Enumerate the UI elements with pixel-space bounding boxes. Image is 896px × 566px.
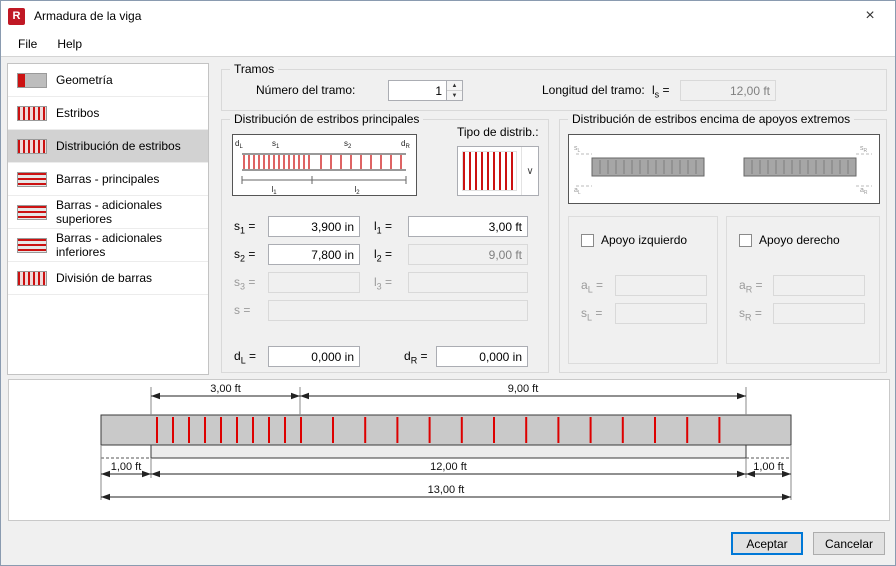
group-tramos: Tramos Número del tramo: ▲ ▼ Longitud de… [221,62,887,111]
sidebar-item-barras-adicionales-inferiores[interactable]: Barras - adicionales inferiores [8,229,208,262]
support-stirrups-diagram: sL aL sR aR [568,134,880,204]
sidebar-item-label: Geometría [56,73,113,87]
al-input [615,275,707,296]
s-input [268,300,528,321]
bar-division-icon [17,270,47,286]
l2-input [408,244,528,265]
right-support-checkbox-row: Apoyo derecho [739,233,840,247]
s1-label: s1 = [234,219,256,236]
sl-input [615,303,707,324]
main-bars-icon [17,171,47,187]
right-support-panel: Apoyo derecho aR = sR = [726,216,880,364]
spinner-up-icon[interactable]: ▲ [447,81,462,91]
beam-elevation-diagram: 3,00 ft 9,00 ft 12,00 ft 1,00 ft 1,00 ft 13,0… [100,383,792,501]
group-title: Tramos [230,62,279,77]
cancel-button[interactable]: Cancelar [813,532,885,555]
sidebar-item-label: Estribos [56,106,100,120]
category-list: Geometría Estribos Distribución de estri… [7,63,209,375]
dimension-label: 1,00 ft [753,461,784,473]
bottom-additional-bars-icon [17,237,47,253]
top-additional-bars-icon [17,204,47,220]
group-title: Distribución de estribos encima de apoyo… [568,112,855,127]
app-icon: R [8,7,25,25]
s-label: s = [234,303,251,317]
sidebar-item-barras-principales[interactable]: Barras - principales [8,163,208,196]
span-number-spinner: ▲ ▼ [388,80,463,101]
menu-help[interactable]: Help [47,33,92,55]
right-support-checkbox[interactable] [739,233,752,247]
ar-label: aR = [739,278,763,295]
stirrup-pattern-preview-icon [462,151,517,191]
dimension-label: 13,00 ft [428,484,465,496]
dimension-label: 1,00 ft [111,461,142,473]
s3-label: s3 = [234,275,256,292]
distribution-type-label: Tipo de distrib.: [457,125,539,139]
stirrups-icon [17,105,47,121]
sidebar-item-barras-adicionales-superiores[interactable]: Barras - adicionales superiores [8,196,208,229]
sidebar-item-label: Barras - adicionales inferiores [56,231,163,259]
accept-button[interactable]: Aceptar [731,532,803,555]
geometry-icon [17,72,47,88]
dimension-label: 12,00 ft [430,461,467,473]
sidebar-item-geometria[interactable]: Geometría [8,64,208,97]
sidebar-item-label: Barras - principales [56,172,160,186]
sl-label: sL = [581,306,603,323]
left-support-checkbox-row: Apoyo izquierdo [581,233,687,247]
sr-input [773,303,865,324]
left-support-checkbox[interactable] [581,233,594,247]
dimension-label: 3,00 ft [210,383,241,395]
spinner-down-icon[interactable]: ▼ [447,91,462,100]
stirrup-spacing-diagram: dL s1 s2 dR l1 l2 [232,134,417,196]
dl-input[interactable] [268,346,360,367]
dialog-armadura-de-la-viga: R Armadura de la viga × File Help Geomet… [0,0,896,566]
dr-label: dR = [404,349,428,366]
al-label: aL = [581,278,604,295]
dr-input[interactable] [436,346,528,367]
s2-input[interactable] [268,244,360,265]
span-length-label: Longitud del tramo: [542,83,645,97]
right-support-checkbox-label: Apoyo derecho [759,233,840,247]
sidebar-item-distribucion-de-estribos[interactable]: Distribución de estribos [8,130,208,163]
sr-label: sR = [739,306,762,323]
span-length-input [680,80,776,101]
title-bar: R Armadura de la viga × [1,1,895,31]
main-panel: Tramos Número del tramo: ▲ ▼ Longitud de… [221,62,889,375]
left-support-panel: Apoyo izquierdo aL = sL = [568,216,718,364]
l1-input[interactable] [408,216,528,237]
left-support-checkbox-label: Apoyo izquierdo [601,233,688,247]
stirrup-distribution-icon [17,138,47,154]
menu-file[interactable]: File [8,33,47,55]
sidebar-item-estribos[interactable]: Estribos [8,97,208,130]
dl-label: dL = [234,349,257,366]
s3-input [268,272,360,293]
l3-input [408,272,528,293]
l1-label: l1 = [374,219,393,236]
l2-label: l2 = [374,247,393,264]
sidebar-item-label: Barras - adicionales superiores [56,198,163,226]
dimension-label: 9,00 ft [508,383,539,395]
s1-input[interactable] [268,216,360,237]
sidebar-item-division-de-barras[interactable]: División de barras [8,262,208,295]
dialog-content: Geometría Estribos Distribución de estri… [1,57,895,375]
chevron-down-icon: ∨ [521,147,538,195]
span-length-symbol: ls = [652,83,670,100]
window-title: Armadura de la viga [34,9,142,23]
l3-label: l3 = [374,275,393,292]
span-number-label: Número del tramo: [256,83,356,97]
span-number-input[interactable] [388,80,446,101]
menu-bar: File Help [1,31,895,57]
ar-input [773,275,865,296]
sidebar-item-label: División de barras [56,271,153,285]
sidebar-item-label: Distribución de estribos [56,139,181,153]
group-title: Distribución de estribos principales [230,112,424,127]
group-distribucion-apoyos: Distribución de estribos encima de apoyo… [559,112,887,373]
distribution-type-combobox[interactable]: ∨ [457,146,539,196]
beam-preview-panel: 3,00 ft 9,00 ft 12,00 ft 1,00 ft 1,00 ft 13,0… [8,379,890,521]
group-distribucion-principales: Distribución de estribos principales dL … [221,112,549,373]
close-icon[interactable]: × [852,1,888,31]
s2-label: s2 = [234,247,256,264]
